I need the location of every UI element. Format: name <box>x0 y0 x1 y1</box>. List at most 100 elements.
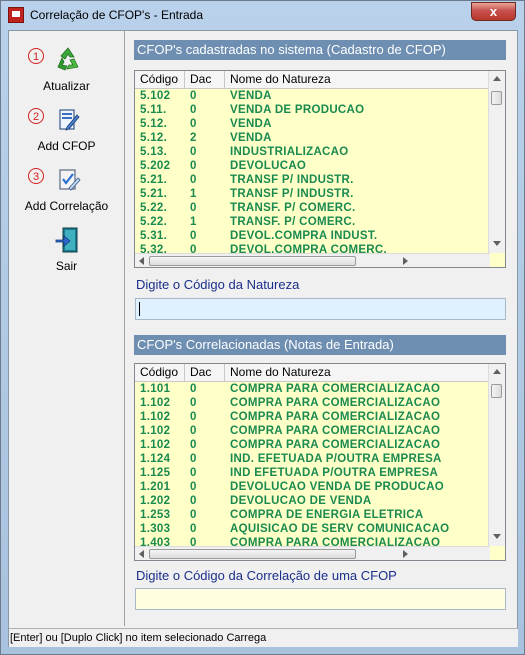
table-row[interactable]: 5.11. 0 VENDA DE PRODUCAO <box>135 103 490 117</box>
scroll-down-arrow[interactable] <box>493 534 501 539</box>
cell-dac: 0 <box>190 453 197 465</box>
cell-codigo: 5.202 <box>140 160 171 172</box>
table-row[interactable]: 1.102 0 COMPRA PARA COMERCIALIZACAO <box>135 410 490 424</box>
cell-nome: TRANSF P/ INDUSTR. <box>230 188 354 200</box>
cell-codigo: 5.22. <box>140 216 168 228</box>
cell-nome: VENDA <box>230 90 272 102</box>
scroll-up-arrow[interactable] <box>493 369 501 374</box>
scroll-thumb[interactable] <box>149 256 356 266</box>
grid-header-row: Código Dac Nome do Natureza <box>135 364 490 382</box>
table-row[interactable]: 5.13. 0 INDUSTRIALIZACAO <box>135 145 490 159</box>
cell-codigo: 5.102 <box>140 90 171 102</box>
column-dac[interactable]: Dac <box>185 364 225 381</box>
cell-codigo: 1.202 <box>140 495 171 507</box>
cell-nome: VENDA DE PRODUCAO <box>230 104 365 116</box>
add-cfop-button[interactable]: 2 Add CFOP <box>9 95 124 153</box>
scroll-up-arrow[interactable] <box>493 76 501 81</box>
table-row[interactable]: 5.22. 0 TRANSF. P/ COMERC. <box>135 201 490 215</box>
exit-button[interactable]: Sair <box>9 215 124 273</box>
app-window: Correlação de CFOP's - Entrada x 1 Atual… <box>0 0 525 655</box>
exit-door-icon <box>55 227 78 253</box>
table-row[interactable]: 1.102 0 COMPRA PARA COMERCIALIZACAO <box>135 396 490 410</box>
table-row[interactable]: 1.201 0 DEVOLUCAO VENDA DE PRODUCAO <box>135 480 490 494</box>
cell-dac: 0 <box>190 495 197 507</box>
column-codigo[interactable]: Código <box>135 364 185 381</box>
table-row[interactable]: 1.101 0 COMPRA PARA COMERCIALIZACAO <box>135 382 490 396</box>
table-row[interactable]: 1.202 0 DEVOLUCAO DE VENDA <box>135 494 490 508</box>
correlacionadas-grid[interactable]: Código Dac Nome do Natureza 1.101 0 COMPRA… <box>134 363 506 561</box>
table-row[interactable]: 1.124 0 IND. EFETUADA P/OUTRA EMPRESA <box>135 452 490 466</box>
scroll-right-arrow[interactable] <box>403 550 408 558</box>
cell-nome: AQUISICAO DE SERV COMUNICACAO <box>230 523 450 535</box>
cell-dac: 0 <box>190 90 197 102</box>
column-nome[interactable]: Nome do Natureza <box>225 364 490 381</box>
table-row[interactable]: 1.102 0 COMPRA PARA COMERCIALIZACAO <box>135 424 490 438</box>
title-bar[interactable]: Correlação de CFOP's - Entrada x <box>1 1 524 29</box>
scroll-left-arrow[interactable] <box>139 550 144 558</box>
table-row[interactable]: 5.21. 1 TRANSF P/ INDUSTR. <box>135 187 490 201</box>
add-correlacao-label: Add Correlação <box>24 199 109 213</box>
correlacionadas-rows: 1.101 0 COMPRA PARA COMERCIALIZACAO 1.102 0 C… <box>135 382 490 550</box>
recycle-icon <box>57 47 79 71</box>
cell-nome: TRANSF. P/ COMERC. <box>230 202 356 214</box>
cell-codigo: 1.102 <box>140 425 171 437</box>
cell-codigo: 1.125 <box>140 467 171 479</box>
cell-codigo: 1.303 <box>140 523 171 535</box>
scroll-down-arrow[interactable] <box>493 241 501 246</box>
table-row[interactable]: 5.31. 0 DEVOL.COMPRA INDUST. <box>135 229 490 243</box>
cell-nome: IND. EFETUADA P/OUTRA EMPRESA <box>230 453 442 465</box>
horizontal-scrollbar[interactable] <box>135 546 490 560</box>
table-row[interactable]: 5.22. 1 TRANSF. P/ COMERC. <box>135 215 490 229</box>
vertical-scrollbar[interactable] <box>488 71 505 253</box>
cell-codigo: 5.21. <box>140 174 168 186</box>
scroll-right-arrow[interactable] <box>403 257 408 265</box>
cadastradas-rows: 5.102 0 VENDA 5.11. 0 VENDA DE PRODUCAO 5.12. 0… <box>135 89 490 257</box>
status-bar: [Enter] ou [Duplo Click] no item selecio… <box>9 628 518 647</box>
exit-label: Sair <box>55 259 78 273</box>
scroll-thumb[interactable] <box>491 384 502 398</box>
cell-dac: 0 <box>190 411 197 423</box>
cadastradas-header: CFOP's cadastradas no sistema (Cadastro … <box>134 40 506 60</box>
cell-nome: INDUSTRIALIZACAO <box>230 146 349 158</box>
cell-dac: 0 <box>190 230 197 242</box>
cell-dac: 0 <box>190 467 197 479</box>
cell-nome: COMPRA PARA COMERCIALIZACAO <box>230 411 441 423</box>
client-area: 1 Atualizar 2 Add CFOP 3 Add Correlação … <box>8 30 518 647</box>
cell-dac: 0 <box>190 509 197 521</box>
cell-dac: 0 <box>190 160 197 172</box>
step-number-3: 3 <box>28 168 44 184</box>
table-row[interactable]: 5.102 0 VENDA <box>135 89 490 103</box>
window-title: Correlação de CFOP's - Entrada <box>30 8 204 22</box>
table-row[interactable]: 5.12. 0 VENDA <box>135 117 490 131</box>
column-nome[interactable]: Nome do Natureza <box>225 71 490 88</box>
horizontal-scrollbar[interactable] <box>135 253 490 267</box>
cell-codigo: 1.102 <box>140 397 171 409</box>
table-row[interactable]: 1.125 0 IND EFETUADA P/OUTRA EMPRESA <box>135 466 490 480</box>
table-row[interactable]: 5.202 0 DEVOLUCAO <box>135 159 490 173</box>
step-number-1: 1 <box>28 48 44 64</box>
table-row[interactable]: 1.253 0 COMPRA DE ENERGIA ELETRICA <box>135 508 490 522</box>
column-codigo[interactable]: Código <box>135 71 185 88</box>
cell-nome: DEVOLUCAO <box>230 160 307 172</box>
scroll-thumb[interactable] <box>491 91 502 105</box>
column-dac[interactable]: Dac <box>185 71 225 88</box>
add-correlacao-button[interactable]: 3 Add Correlação <box>9 155 124 213</box>
cell-nome: COMPRA PARA COMERCIALIZACAO <box>230 383 441 395</box>
vertical-scrollbar[interactable] <box>488 364 505 546</box>
close-button[interactable]: x <box>471 2 516 21</box>
cell-dac: 0 <box>190 383 197 395</box>
natureza-code-input[interactable] <box>135 298 506 320</box>
table-row[interactable]: 1.102 0 COMPRA PARA COMERCIALIZACAO <box>135 438 490 452</box>
table-row[interactable]: 1.303 0 AQUISICAO DE SERV COMUNICACAO <box>135 522 490 536</box>
table-row[interactable]: 5.21. 0 TRANSF P/ INDUSTR. <box>135 173 490 187</box>
scroll-thumb[interactable] <box>149 549 356 559</box>
cell-dac: 1 <box>190 216 197 228</box>
cell-nome: DEVOL.COMPRA INDUST. <box>230 230 378 242</box>
correlacao-code-input[interactable] <box>135 588 506 610</box>
cell-codigo: 1.102 <box>140 439 171 451</box>
side-toolbar: 1 Atualizar 2 Add CFOP 3 Add Correlação … <box>9 31 125 626</box>
cadastradas-grid[interactable]: Código Dac Nome do Natureza 5.102 0 VENDA 5… <box>134 70 506 268</box>
table-row[interactable]: 5.12. 2 VENDA <box>135 131 490 145</box>
refresh-button[interactable]: 1 Atualizar <box>9 35 124 93</box>
scroll-left-arrow[interactable] <box>139 257 144 265</box>
